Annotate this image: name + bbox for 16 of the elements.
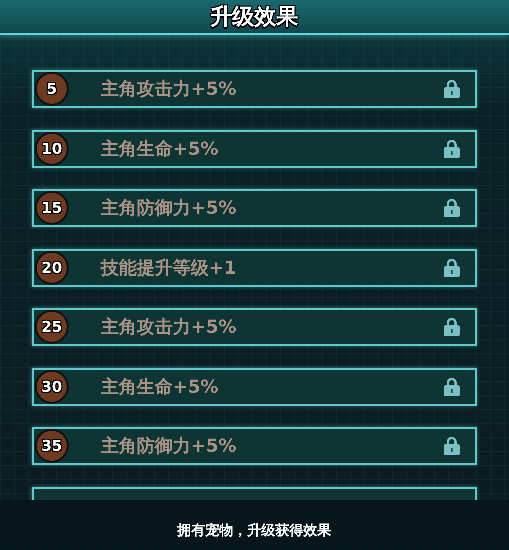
- level-badge: 35: [35, 429, 69, 463]
- effect-label: 主角攻击力+5%: [101, 316, 238, 339]
- level-badge: 30: [35, 370, 69, 404]
- effect-label: 技能提升等级+1: [101, 256, 238, 280]
- effect-label: 主角防御力+5%: [101, 197, 238, 220]
- level-badge: 10: [35, 132, 69, 166]
- effect-label: 主角生命+5%: [101, 376, 220, 398]
- effect-label: 主角攻击力+5%: [101, 78, 238, 101]
- level-badge: 5: [35, 72, 69, 106]
- level-badge: 25: [35, 310, 69, 344]
- effect-label: 主角生命+5%: [101, 138, 220, 160]
- level-badge: 15: [35, 191, 69, 225]
- window-title: 升级效果: [210, 4, 298, 32]
- effect-label: 主角防御力+5%: [101, 435, 238, 458]
- level-badge: 20: [35, 250, 69, 284]
- footer-hint: 拥有宠物，升级获得效果: [178, 522, 332, 540]
